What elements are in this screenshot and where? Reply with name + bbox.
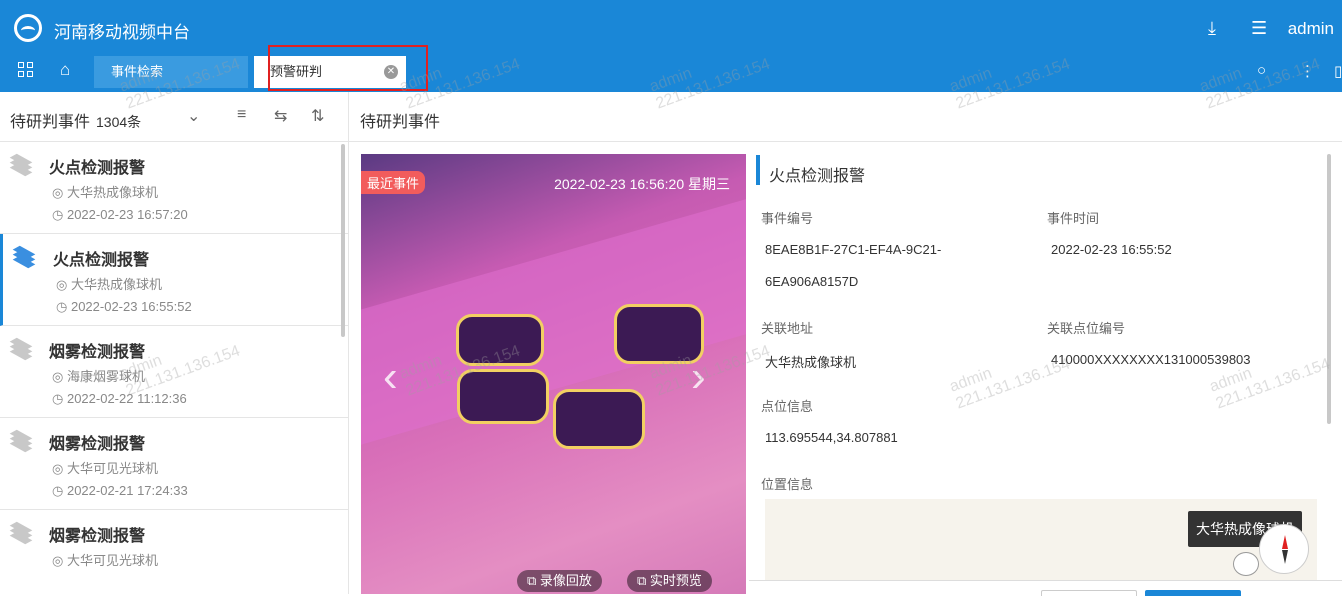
compass-icon[interactable] [1259, 524, 1309, 574]
event-video-frame[interactable]: 最近事件 2022-02-23 16:56:20 星期三 ‹ › ⧉ 录像回放 … [361, 154, 746, 594]
watermark: admin 221.131.136.154 [947, 339, 1072, 414]
sort-icon[interactable]: ⇅ [311, 106, 324, 126]
car-shape [553, 389, 645, 449]
primary-button[interactable] [1145, 590, 1241, 596]
download-icon[interactable]: ⤓ [1208, 18, 1216, 38]
secondary-button[interactable] [1041, 590, 1137, 596]
car-shape [457, 369, 549, 424]
event-device-name: 海康烟雾球机 [66, 369, 145, 384]
tab-bar: ⌂ 事件检索 预警研判 ✕ ○ ⋮ ▯ [0, 56, 1342, 92]
china-mobile-logo-icon [14, 14, 42, 42]
point-info-label: 点位信息 [761, 399, 814, 414]
playback-button-label: 录像回放 [539, 573, 592, 588]
event-device: ◎ 大华可见光球机 [52, 553, 158, 568]
event-time: ◷ 2022-02-23 16:57:20 [52, 207, 188, 222]
detail-title: 火点检测报警 [769, 168, 866, 185]
recent-event-badge: 最近事件 [361, 171, 426, 194]
video-timestamp: 2022-02-23 16:56:20 星期三 [554, 176, 730, 192]
event-no-value-line1: 8EAE8B1F-27C1-EF4A-9C21- [765, 242, 942, 257]
event-list-title: 待研判事件 1304条 [10, 108, 141, 132]
trash-icon[interactable]: ▯ [1334, 62, 1342, 80]
address-label: 关联地址 [761, 321, 814, 336]
list-item[interactable]: 火点检测报警 ◎ 大华热成像球机 ◷ 2022-02-23 16:55:52 [0, 234, 348, 326]
home-icon[interactable]: ⌂ [60, 60, 70, 80]
live-view-button-label: 实时预览 [649, 573, 702, 588]
list-scrollbar[interactable] [341, 144, 345, 337]
watermark-line1: admin [947, 364, 995, 396]
event-time: ◷ 2022-02-23 16:55:52 [56, 299, 192, 314]
event-time-value: 2022-02-23 16:57:20 [66, 207, 188, 222]
main-title: 待研判事件 [360, 114, 441, 131]
camera-icon[interactable] [1233, 552, 1259, 576]
user-name[interactable]: admin [1288, 19, 1334, 39]
event-list-panel: 待研判事件 1304条 ⌄ ≡ ⇆ ⇅ 火点检测报警 ◎ 大华热成像球机 ◷ 20… [0, 92, 349, 594]
highlight-box [268, 45, 428, 91]
point-no-value: 410000XXXXXXXX131000539803 [1051, 352, 1251, 367]
point-no-label: 关联点位编号 [1047, 321, 1126, 336]
chevron-left-icon[interactable]: ‹ [383, 352, 398, 402]
event-count: 1304条 [96, 114, 142, 130]
event-title: 火点检测报警 [53, 252, 150, 269]
event-list-header: 待研判事件 1304条 ⌄ ≡ ⇆ ⇅ [0, 92, 348, 142]
list-item[interactable]: 烟雾检测报警 ◎ 大华可见光球机 [0, 510, 348, 602]
event-device-name: 大华热成像球机 [66, 185, 158, 200]
more-icon[interactable]: ⋮ [1300, 62, 1315, 80]
layers-icon [9, 153, 33, 177]
address-value: 大华热成像球机 [765, 355, 857, 370]
detail-scrollbar[interactable] [1327, 154, 1331, 424]
event-time: ◷ 2022-02-22 11:12:36 [52, 391, 187, 406]
event-device: ◎ 大华热成像球机 [56, 277, 162, 292]
event-title: 火点检测报警 [49, 160, 146, 177]
point-info-value: 113.695544,34.807881 [765, 430, 898, 445]
watermark: admin 221.131.136.154 [1207, 339, 1332, 414]
list-icon[interactable]: ≡ [237, 106, 246, 124]
swap-icon[interactable]: ⇆ [274, 106, 287, 126]
event-time-value: 2022-02-23 16:55:52 [70, 299, 192, 314]
event-title: 烟雾检测报警 [49, 528, 146, 545]
tab-event-search[interactable]: 事件检索 [94, 56, 248, 88]
event-device-name: 大华热成像球机 [70, 277, 162, 292]
event-no-value-line2: 6EA906A8157D [765, 274, 859, 289]
list-item[interactable]: 烟雾检测报警 ◎ 海康烟雾球机 ◷ 2022-02-22 11:12:36 [0, 326, 348, 418]
layers-icon [12, 245, 36, 269]
watermark-line1: admin [1207, 364, 1255, 396]
event-device-name: 大华可见光球机 [66, 461, 158, 476]
event-time-value: 2022-02-23 16:55:52 [1051, 242, 1172, 257]
main-header: 待研判事件 [349, 92, 1342, 142]
event-time: ◷ 2022-02-21 17:24:33 [52, 483, 188, 498]
event-time-label: 事件时间 [1047, 211, 1100, 226]
top-bar: 河南移动视频中台 ⤓ ☰ admin [0, 0, 1342, 56]
app-title: 河南移动视频中台 [54, 23, 190, 42]
layers-icon [9, 337, 33, 361]
list-item[interactable]: 烟雾检测报警 ◎ 大华可见光球机 ◷ 2022-02-21 17:24:33 [0, 418, 348, 510]
event-time-value: 2022-02-22 11:12:36 [66, 391, 187, 406]
event-time-value: 2022-02-21 17:24:33 [66, 483, 188, 498]
event-device: ◎ 大华可见光球机 [52, 461, 158, 476]
layers-icon [9, 521, 33, 545]
chevron-right-icon[interactable]: › [691, 352, 706, 402]
event-device: ◎ 大华热成像球机 [52, 185, 158, 200]
event-title: 烟雾检测报警 [49, 344, 146, 361]
event-list-title-text: 待研判事件 [10, 114, 91, 131]
search-icon[interactable]: ○ [1257, 62, 1266, 79]
location-label: 位置信息 [761, 477, 814, 492]
car-shape [456, 314, 544, 366]
event-no-label: 事件编号 [761, 211, 814, 226]
event-device-name: 大华可见光球机 [66, 553, 158, 568]
list-item[interactable]: 火点检测报警 ◎ 大华热成像球机 ◷ 2022-02-23 16:57:20 [0, 142, 348, 234]
event-device: ◎ 海康烟雾球机 [52, 369, 145, 384]
chevron-down-icon[interactable]: ⌄ [187, 106, 200, 126]
playback-button[interactable]: ⧉ 录像回放 [517, 570, 602, 592]
detail-accent-bar [756, 155, 760, 185]
apps-grid-icon[interactable] [18, 62, 34, 78]
event-title: 烟雾检测报警 [49, 436, 146, 453]
live-view-button[interactable]: ⧉ 实时预览 [627, 570, 712, 592]
layers-icon [9, 429, 33, 453]
menu-icon[interactable]: ☰ [1251, 18, 1267, 38]
